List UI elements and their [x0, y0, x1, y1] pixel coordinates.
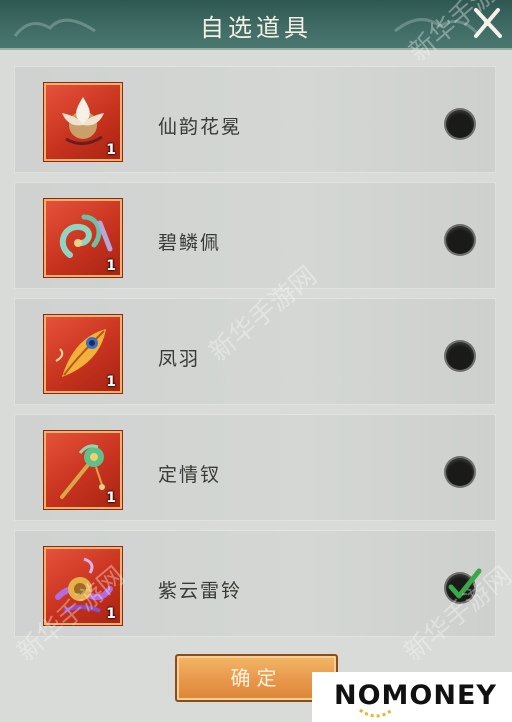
item-slot: 1 — [44, 199, 122, 277]
brand-wordmark: NOMONEY — [334, 680, 497, 711]
list-item[interactable]: 1 紫云雷铃 — [14, 530, 496, 637]
item-quantity: 1 — [106, 258, 116, 274]
item-quantity: 1 — [106, 606, 116, 622]
brand-logo: NOMONEY — [312, 672, 512, 722]
item-slot: 1 — [44, 547, 122, 625]
list-item[interactable]: 1 定情钗 — [14, 414, 496, 521]
select-radio[interactable] — [446, 342, 474, 370]
item-slot: 1 — [44, 83, 122, 161]
smile-icon — [359, 708, 393, 718]
list-item[interactable]: 1 凤羽 — [14, 298, 496, 405]
item-quantity: 1 — [106, 490, 116, 506]
item-list: 1 仙韵花冕 1 碧鳞佩 1 凤羽 1 定情钗 1 紫云雷铃 — [14, 66, 496, 646]
item-name: 仙韵花冕 — [158, 116, 243, 138]
item-name: 碧鳞佩 — [158, 232, 222, 254]
select-radio[interactable] — [446, 110, 474, 138]
close-button[interactable] — [470, 6, 504, 40]
item-name: 紫云雷铃 — [158, 580, 243, 602]
item-name: 凤羽 — [158, 348, 201, 370]
check-icon — [448, 568, 482, 599]
item-name: 定情钗 — [158, 464, 222, 486]
close-icon — [474, 8, 502, 38]
select-radio[interactable] — [446, 458, 474, 486]
item-slot: 1 — [44, 315, 122, 393]
select-radio-checked[interactable] — [446, 568, 482, 602]
select-radio[interactable] — [446, 226, 474, 254]
item-quantity: 1 — [106, 374, 116, 390]
item-slot: 1 — [44, 431, 122, 509]
list-item[interactable]: 1 碧鳞佩 — [14, 182, 496, 289]
dialog-header: 自选道具 — [0, 0, 512, 50]
list-item[interactable]: 1 仙韵花冕 — [14, 66, 496, 173]
item-quantity: 1 — [106, 142, 116, 158]
dialog-title: 自选道具 — [200, 14, 312, 42]
